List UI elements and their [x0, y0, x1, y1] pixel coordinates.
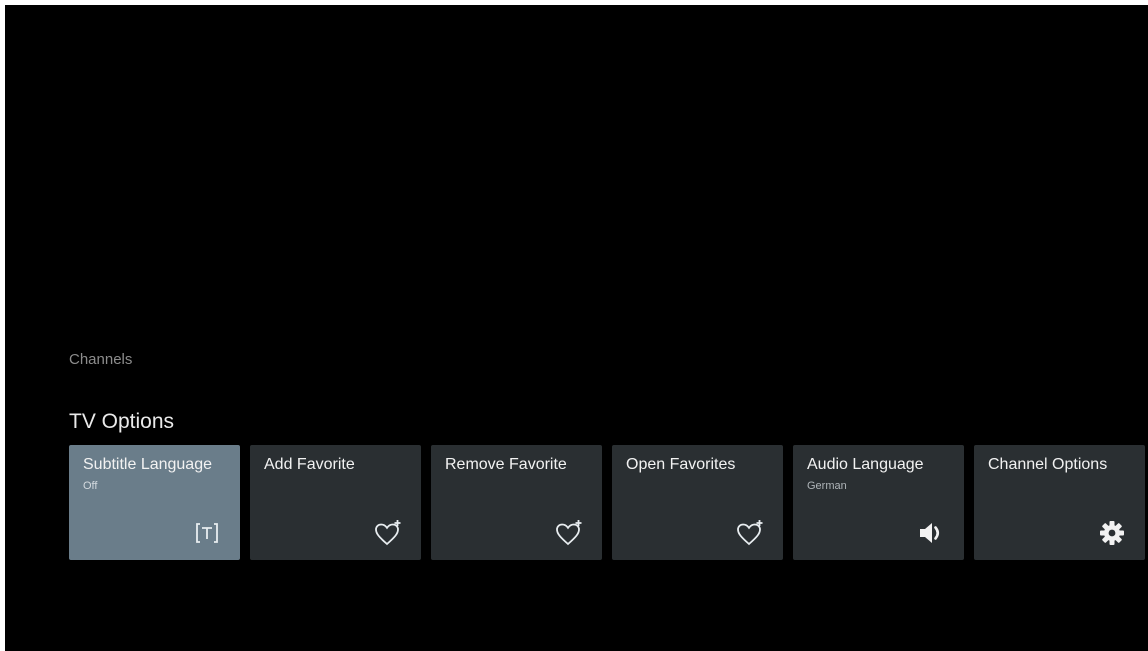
- channel-options-card[interactable]: Channel Options: [974, 445, 1145, 560]
- card-subtitle: Off: [83, 480, 98, 492]
- open-favorites-card[interactable]: Open Favorites: [612, 445, 783, 560]
- card-title: Audio Language: [807, 456, 924, 473]
- gear-icon: [1097, 518, 1127, 548]
- audio-language-card[interactable]: Audio Language German: [793, 445, 964, 560]
- speaker-icon: [916, 518, 946, 548]
- heart-plus-icon: [554, 518, 584, 548]
- heart-plus-icon: [735, 518, 765, 548]
- remove-favorite-card[interactable]: Remove Favorite: [431, 445, 602, 560]
- tv-options-row: Subtitle Language Off Add Favorite Remov…: [69, 445, 1145, 560]
- section-label-channels: Channels: [69, 351, 133, 368]
- heart-plus-icon: [373, 518, 403, 548]
- card-title: Remove Favorite: [445, 456, 567, 473]
- card-subtitle: German: [807, 480, 847, 492]
- subtitle-text-icon: [192, 518, 222, 548]
- card-title: Subtitle Language: [83, 456, 212, 473]
- card-title: Channel Options: [988, 456, 1108, 473]
- card-title: Add Favorite: [264, 456, 355, 473]
- subtitle-language-card[interactable]: Subtitle Language Off: [69, 445, 240, 560]
- row-title-tv-options: TV Options: [69, 410, 175, 433]
- tv-screen: Channels TV Options Subtitle Language Of…: [5, 5, 1148, 651]
- add-favorite-card[interactable]: Add Favorite: [250, 445, 421, 560]
- card-title: Open Favorites: [626, 456, 736, 473]
